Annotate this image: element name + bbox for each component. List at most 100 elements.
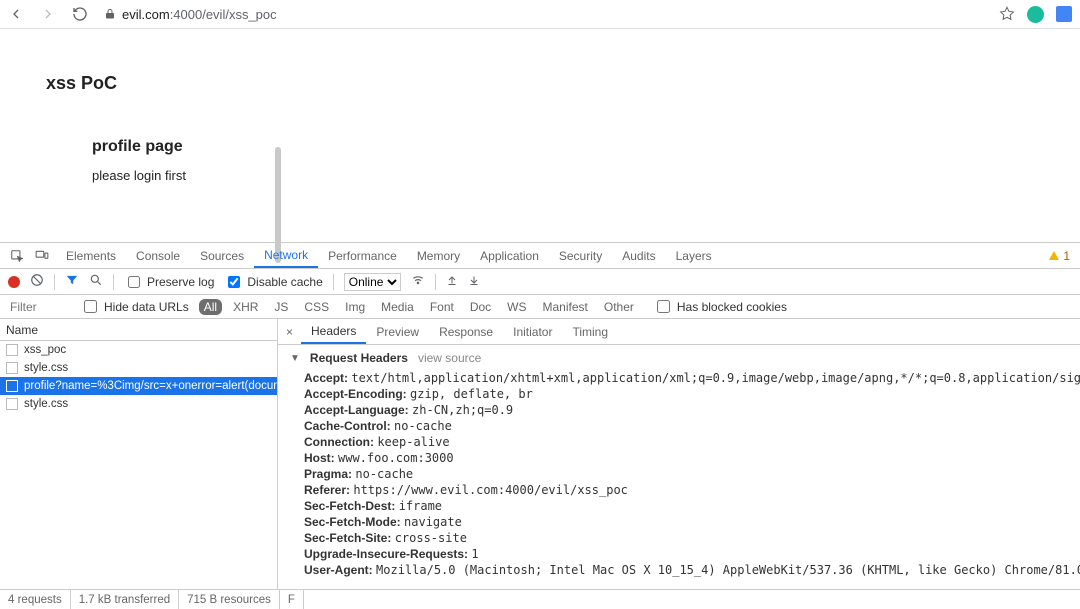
device-icon[interactable] bbox=[34, 249, 50, 263]
detail-tab-preview[interactable]: Preview bbox=[366, 319, 429, 344]
nav-icon-group bbox=[8, 6, 88, 22]
lock-icon bbox=[104, 8, 116, 20]
warning-indicator[interactable]: 1 bbox=[1049, 249, 1076, 263]
header-line: Pragma: no-cache bbox=[304, 467, 1068, 481]
throttling-select[interactable]: Online bbox=[344, 273, 401, 291]
header-line: Referer: https://www.evil.com:4000/evil/… bbox=[304, 483, 1068, 497]
iframe-content: profile page please login first bbox=[92, 138, 280, 183]
detail-tab-initiator[interactable]: Initiator bbox=[503, 319, 562, 344]
record-button[interactable] bbox=[8, 276, 20, 288]
preserve-log-checkbox[interactable]: Preserve log bbox=[124, 273, 214, 291]
filter-type-img[interactable]: Img bbox=[340, 299, 370, 315]
request-headers-section[interactable]: ▼ Request Headers view source bbox=[290, 351, 1068, 365]
request-list: Name xss_poc style.css profile?name=%3Cimg… bbox=[0, 319, 278, 589]
devtools-tab-console[interactable]: Console bbox=[126, 243, 190, 268]
detail-tab-response[interactable]: Response bbox=[429, 319, 503, 344]
status-transferred: 1.7 kB transferred bbox=[71, 590, 179, 609]
filter-type-js[interactable]: JS bbox=[269, 299, 293, 315]
request-detail: × HeadersPreviewResponseInitiatorTiming … bbox=[278, 319, 1080, 589]
header-line: Connection: keep-alive bbox=[304, 435, 1068, 449]
upload-icon[interactable] bbox=[446, 274, 458, 289]
wifi-icon[interactable] bbox=[411, 273, 425, 290]
filter-type-ws[interactable]: WS bbox=[502, 299, 531, 315]
url-text: evil.com:4000/evil/xss_poc bbox=[122, 7, 277, 22]
warning-count: 1 bbox=[1063, 249, 1070, 263]
filter-row: Hide data URLs All XHR JS CSS Img Media Font Do… bbox=[0, 295, 1080, 319]
address-bar[interactable]: evil.com:4000/evil/xss_poc bbox=[104, 7, 991, 22]
request-row[interactable]: style.css bbox=[0, 395, 277, 413]
network-toolbar: Preserve log Disable cache Online bbox=[0, 269, 1080, 295]
request-name: style.css bbox=[24, 398, 68, 410]
detail-tab-headers[interactable]: Headers bbox=[301, 319, 366, 344]
devtools-tab-row: ElementsConsoleSourcesNetworkPerformance… bbox=[0, 243, 1080, 269]
status-resources: 715 B resources bbox=[179, 590, 280, 609]
filter-type-media[interactable]: Media bbox=[376, 299, 419, 315]
request-name: profile?name=%3Cimg/src=x+onerror=alert(… bbox=[24, 380, 277, 392]
page-heading: xss PoC bbox=[46, 73, 1080, 94]
filter-type-xhr[interactable]: XHR bbox=[228, 299, 263, 315]
devtools-tab-audits[interactable]: Audits bbox=[612, 243, 665, 268]
filter-icon[interactable] bbox=[65, 273, 79, 290]
devtools-tab-memory[interactable]: Memory bbox=[407, 243, 470, 268]
devtools-tab-application[interactable]: Application bbox=[470, 243, 549, 268]
status-finish: F bbox=[280, 590, 304, 609]
back-icon[interactable] bbox=[8, 6, 24, 22]
has-blocked-cookies-checkbox[interactable]: Has blocked cookies bbox=[653, 297, 787, 316]
header-line: Sec-Fetch-Mode: navigate bbox=[304, 515, 1068, 529]
close-detail-button[interactable]: × bbox=[278, 325, 301, 339]
disclosure-triangle-icon: ▼ bbox=[290, 353, 300, 364]
filter-type-font[interactable]: Font bbox=[425, 299, 459, 315]
inspect-icon[interactable] bbox=[10, 249, 24, 263]
hide-data-urls-checkbox[interactable]: Hide data URLs bbox=[80, 297, 189, 316]
file-icon bbox=[6, 344, 18, 356]
search-icon[interactable] bbox=[89, 273, 103, 290]
detail-tab-row: × HeadersPreviewResponseInitiatorTiming bbox=[278, 319, 1080, 345]
header-line: Cache-Control: no-cache bbox=[304, 419, 1068, 433]
devtools-tab-security[interactable]: Security bbox=[549, 243, 612, 268]
iframe-title: profile page bbox=[92, 138, 280, 156]
devtools-panel: ElementsConsoleSourcesNetworkPerformance… bbox=[0, 242, 1080, 609]
detail-tab-timing[interactable]: Timing bbox=[562, 319, 618, 344]
header-line: Sec-Fetch-Site: cross-site bbox=[304, 531, 1068, 545]
network-status-bar: 4 requests 1.7 kB transferred 715 B reso… bbox=[0, 589, 1080, 609]
request-list-header[interactable]: Name bbox=[0, 319, 277, 341]
disable-cache-checkbox[interactable]: Disable cache bbox=[224, 273, 322, 291]
request-row[interactable]: style.css bbox=[0, 359, 277, 377]
header-line: Upgrade-Insecure-Requests: 1 bbox=[304, 547, 1068, 561]
download-icon[interactable] bbox=[468, 274, 480, 289]
network-body: Name xss_poc style.css profile?name=%3Cimg… bbox=[0, 319, 1080, 589]
browser-toolbar: evil.com:4000/evil/xss_poc bbox=[0, 0, 1080, 29]
header-line: Host: www.foo.com:3000 bbox=[304, 451, 1068, 465]
profile-avatar[interactable] bbox=[1027, 6, 1044, 23]
filter-type-manifest[interactable]: Manifest bbox=[538, 299, 593, 315]
file-icon bbox=[6, 398, 18, 410]
header-line: Accept-Encoding: gzip, deflate, br bbox=[304, 387, 1068, 401]
request-name: xss_poc bbox=[24, 344, 66, 356]
reload-icon[interactable] bbox=[72, 6, 88, 22]
devtools-tab-performance[interactable]: Performance bbox=[318, 243, 407, 268]
forward-icon[interactable] bbox=[40, 6, 56, 22]
status-requests: 4 requests bbox=[0, 590, 71, 609]
filter-type-other[interactable]: Other bbox=[599, 299, 639, 315]
filter-type-all[interactable]: All bbox=[199, 299, 222, 315]
header-line: Accept-Language: zh-CN,zh;q=0.9 bbox=[304, 403, 1068, 417]
filter-type-css[interactable]: CSS bbox=[299, 299, 334, 315]
devtools-tab-elements[interactable]: Elements bbox=[56, 243, 126, 268]
filter-input[interactable] bbox=[8, 299, 66, 315]
view-source-link[interactable]: view source bbox=[418, 351, 481, 365]
detail-body: ▼ Request Headers view source Accept: te… bbox=[278, 345, 1080, 589]
request-row[interactable]: xss_poc bbox=[0, 341, 277, 359]
clear-icon[interactable] bbox=[30, 273, 44, 290]
devtools-tab-layers[interactable]: Layers bbox=[666, 243, 722, 268]
request-row[interactable]: profile?name=%3Cimg/src=x+onerror=alert(… bbox=[0, 377, 277, 395]
iframe-text: please login first bbox=[92, 168, 280, 183]
page-content: xss PoC profile page please login first bbox=[0, 29, 1080, 242]
header-line: User-Agent: Mozilla/5.0 (Macintosh; Inte… bbox=[304, 563, 1068, 577]
filter-type-doc[interactable]: Doc bbox=[465, 299, 496, 315]
file-icon bbox=[6, 380, 18, 392]
translate-icon[interactable] bbox=[1056, 6, 1072, 22]
devtools-tab-sources[interactable]: Sources bbox=[190, 243, 254, 268]
header-line: Sec-Fetch-Dest: iframe bbox=[304, 499, 1068, 513]
star-icon[interactable] bbox=[999, 6, 1015, 22]
devtools-tab-network[interactable]: Network bbox=[254, 243, 318, 268]
